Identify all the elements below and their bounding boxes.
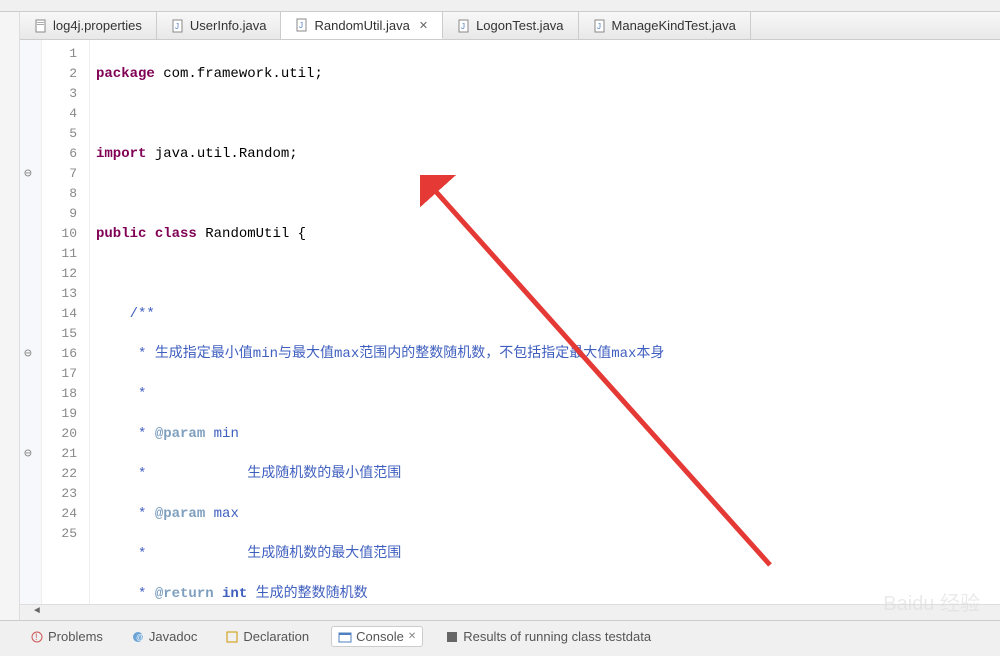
linenum: 20	[42, 424, 77, 444]
code-text[interactable]: package com.framework.util; import java.…	[90, 40, 1000, 604]
tab-console[interactable]: Console ✕	[331, 626, 423, 647]
tab-results[interactable]: Results of running class testdata	[439, 627, 657, 646]
tab-userinfo[interactable]: J UserInfo.java	[157, 12, 282, 39]
tab-label: UserInfo.java	[190, 18, 267, 33]
bottom-panel-tabs: ! Problems @ Javadoc Declaration Console…	[0, 620, 1000, 652]
linenum: 25	[42, 524, 77, 544]
linenum: 5	[42, 124, 77, 144]
console-icon	[338, 630, 352, 644]
tab-randomutil[interactable]: J RandomUtil.java ✕	[281, 12, 443, 39]
svg-text:J: J	[461, 22, 465, 31]
linenum: 19	[42, 404, 77, 424]
linenum: 16⊖	[42, 344, 77, 364]
main-area: log4j.properties J UserInfo.java J Rando…	[0, 12, 1000, 620]
linenum: 8	[42, 184, 77, 204]
results-icon	[445, 630, 459, 644]
linenum: 1	[42, 44, 77, 64]
problems-icon: !	[30, 630, 44, 644]
svg-text:J: J	[175, 22, 179, 31]
code-area: 1 2 3 4 5 6 7⊖ 8 9 10 11 12 13 14 15 16⊖…	[20, 40, 1000, 604]
tab-label: Console	[356, 629, 404, 644]
linenum: 24	[42, 504, 77, 524]
linenum: 4	[42, 104, 77, 124]
left-margin	[0, 12, 20, 620]
tab-log4j[interactable]: log4j.properties	[20, 12, 157, 39]
close-icon[interactable]: ✕	[408, 631, 416, 642]
svg-text:@: @	[136, 633, 144, 642]
tab-label: ManageKindTest.java	[612, 18, 736, 33]
horizontal-scrollbar[interactable]: ◄	[20, 604, 1000, 620]
linenum: 12	[42, 264, 77, 284]
tab-label: Javadoc	[149, 629, 197, 644]
file-icon	[34, 19, 48, 33]
linenum: 17	[42, 364, 77, 384]
watermark: Baidu 经验	[883, 587, 980, 616]
scroll-left-icon[interactable]: ◄	[34, 606, 48, 620]
linenum: 23	[42, 484, 77, 504]
javadoc-icon: @	[131, 630, 145, 644]
tab-managekindtest[interactable]: J ManageKindTest.java	[579, 12, 751, 39]
java-icon: J	[457, 19, 471, 33]
svg-text:!: !	[35, 632, 38, 642]
linenum: 14	[42, 304, 77, 324]
java-icon: J	[171, 19, 185, 33]
linenum: 9	[42, 204, 77, 224]
linenum: 6	[42, 144, 77, 164]
linenum: 3	[42, 84, 77, 104]
tab-declaration[interactable]: Declaration	[219, 627, 315, 646]
ruler	[20, 40, 42, 604]
line-gutter: 1 2 3 4 5 6 7⊖ 8 9 10 11 12 13 14 15 16⊖…	[42, 40, 90, 604]
tab-label: log4j.properties	[53, 18, 142, 33]
tab-label: Results of running class testdata	[463, 629, 651, 644]
tab-label: Problems	[48, 629, 103, 644]
linenum: 7⊖	[42, 164, 77, 184]
declaration-icon	[225, 630, 239, 644]
svg-text:J: J	[299, 21, 303, 30]
tab-label: RandomUtil.java	[314, 18, 409, 33]
linenum: 15	[42, 324, 77, 344]
tab-logontest[interactable]: J LogonTest.java	[443, 12, 578, 39]
editor-container: log4j.properties J UserInfo.java J Rando…	[20, 12, 1000, 620]
editor-tabs: log4j.properties J UserInfo.java J Rando…	[20, 12, 1000, 40]
linenum: 21⊖	[42, 444, 77, 464]
tab-problems[interactable]: ! Problems	[24, 627, 109, 646]
linenum: 18	[42, 384, 77, 404]
toolbar	[0, 0, 1000, 12]
java-icon: J	[593, 19, 607, 33]
java-icon: J	[295, 18, 309, 32]
tab-label: Declaration	[243, 629, 309, 644]
linenum: 2	[42, 64, 77, 84]
linenum: 13	[42, 284, 77, 304]
linenum: 11	[42, 244, 77, 264]
svg-text:J: J	[597, 22, 601, 31]
tab-label: LogonTest.java	[476, 18, 563, 33]
linenum: 22	[42, 464, 77, 484]
tab-javadoc[interactable]: @ Javadoc	[125, 627, 203, 646]
close-icon[interactable]: ✕	[419, 19, 428, 32]
linenum: 10	[42, 224, 77, 244]
